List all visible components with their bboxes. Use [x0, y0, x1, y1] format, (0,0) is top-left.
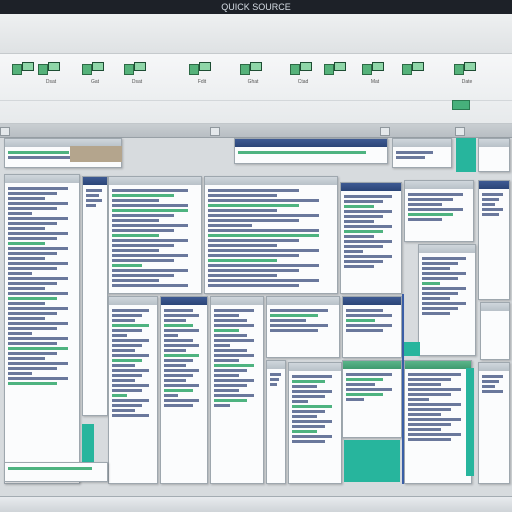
ribbon-button-4[interactable]: Dsat [118, 62, 156, 92]
thumbnail-panel[interactable] [234, 138, 388, 164]
document-panel[interactable] [478, 180, 510, 300]
ribbon-button-label: Ctad [297, 79, 309, 85]
teal-bar [404, 342, 420, 356]
document-panel[interactable] [160, 296, 208, 484]
thumbnail-panel[interactable] [392, 138, 452, 168]
ribbon-toolbar: Dsat Gat Dsat Fdit Ghat Ctad Mat Date [0, 54, 512, 124]
divider-line [402, 294, 404, 484]
spreadsheet-icon [124, 62, 146, 76]
document-panel[interactable] [82, 176, 108, 416]
spreadsheet-icon [12, 62, 34, 76]
green-status-chip[interactable] [452, 100, 470, 110]
ribbon-button-label: Gat [90, 79, 100, 85]
thumbnail-panel[interactable] [478, 138, 510, 172]
spreadsheet-icon [402, 62, 424, 76]
document-panel[interactable] [266, 296, 340, 358]
spreadsheet-icon [189, 62, 211, 76]
document-panel[interactable] [108, 296, 158, 484]
spreadsheet-icon [362, 62, 384, 76]
teal-bar [344, 440, 400, 482]
ribbon-button-8[interactable] [318, 62, 356, 92]
window-title: QUICK SOURCE [221, 2, 291, 12]
sheet-tab[interactable] [455, 127, 465, 136]
workspace-header [0, 124, 512, 138]
ribbon-button-label: Date [461, 79, 473, 85]
document-panel[interactable] [210, 296, 264, 484]
spreadsheet-icon [82, 62, 104, 76]
spreadsheet-icon [324, 62, 346, 76]
document-panel[interactable] [478, 362, 510, 484]
footer-panel[interactable] [4, 462, 108, 482]
spreadsheet-icon [454, 62, 476, 76]
ribbon-button-2[interactable]: Dsat [32, 62, 70, 92]
teal-bar [466, 368, 474, 476]
ribbon-button-7[interactable]: Ctad [284, 62, 322, 92]
ribbon-button-9[interactable]: Mat [356, 62, 394, 92]
sheet-tab[interactable] [0, 127, 10, 136]
document-panel[interactable] [418, 244, 476, 356]
ribbon-button-label: Ghat [247, 79, 259, 85]
ribbon-button-6[interactable]: Ghat [234, 62, 272, 92]
ribbon-button-3[interactable]: Gat [76, 62, 114, 92]
document-panel[interactable] [480, 302, 510, 360]
spreadsheet-icon [240, 62, 262, 76]
title-bar: QUICK SOURCE [0, 0, 512, 14]
document-panel[interactable] [342, 296, 402, 358]
floating-document-panel[interactable] [108, 176, 202, 294]
document-panel[interactable] [342, 360, 402, 438]
document-panel[interactable] [340, 182, 402, 294]
ribbon-button-5[interactable]: Fdit [183, 62, 221, 92]
sheet-tab[interactable] [380, 127, 390, 136]
ribbon-button-label: Mat [370, 79, 380, 85]
ribbon-button-label: Dsat [131, 79, 143, 85]
teal-bar [456, 138, 476, 172]
ribbon-divider [0, 100, 512, 101]
sheet-tab[interactable] [210, 127, 220, 136]
app-window: QUICK SOURCE Dsat Gat Dsat Fdit Ghat Cta… [0, 0, 512, 512]
workspace [0, 124, 512, 496]
document-panel[interactable] [288, 362, 342, 484]
ribbon-button-10[interactable] [396, 62, 434, 92]
ribbon-button-11[interactable]: Date [448, 62, 486, 92]
document-panel[interactable] [266, 360, 286, 484]
top-toolbar [0, 14, 512, 54]
document-panel[interactable] [404, 180, 474, 242]
image-thumbnail [70, 146, 122, 162]
spreadsheet-icon [290, 62, 312, 76]
ribbon-button-label: Fdit [197, 79, 207, 85]
ribbon-button-label: Dsat [45, 79, 57, 85]
document-panel[interactable] [204, 176, 338, 294]
document-panel[interactable] [4, 174, 80, 484]
status-bar [0, 496, 512, 512]
spreadsheet-icon [38, 62, 60, 76]
document-panel[interactable] [404, 360, 472, 484]
